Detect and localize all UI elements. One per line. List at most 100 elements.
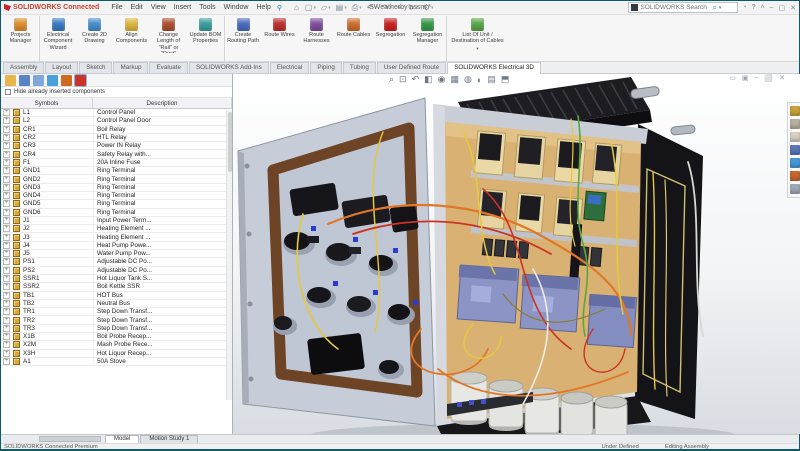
task-pane-icon[interactable] [790, 145, 800, 155]
command-button[interactable]: Route Harnesses [298, 16, 335, 61]
task-pane-icon[interactable] [790, 184, 800, 194]
command-tab[interactable]: User Defined Route [377, 62, 446, 73]
table-row[interactable]: + X1B Boil Probe Recep... [1, 333, 232, 341]
table-row[interactable]: + TR2 Step Down Transf... [1, 316, 232, 324]
expand-icon[interactable]: + [3, 250, 10, 257]
expand-icon[interactable]: + [3, 325, 10, 332]
command-tab[interactable]: SOLIDWORKS Electrical 3D [447, 62, 541, 74]
heads-up-icon[interactable]: ▤ [487, 74, 496, 85]
table-row[interactable]: + J2 Heating Element ... [1, 225, 232, 233]
table-row[interactable]: + GND4 Ring Terminal [1, 192, 232, 200]
expand-icon[interactable]: + [3, 151, 10, 158]
table-row[interactable]: + J3 Heating Element ... [1, 233, 232, 241]
heads-up-icon[interactable]: ↶ [412, 74, 420, 85]
quick-access-button[interactable]: ⌖ [395, 3, 405, 13]
heads-up-icon[interactable]: ⊡ [399, 74, 407, 85]
heads-up-icon[interactable]: ◐ [477, 75, 482, 85]
table-row[interactable]: + J4 Heat Pump Powe... [1, 242, 232, 250]
quick-access-button[interactable]: ▢▾ [303, 3, 318, 12]
command-button[interactable]: Segregation [372, 16, 409, 61]
heads-up-icon[interactable]: ⬒ [501, 74, 510, 85]
table-row[interactable]: + GND2 Ring Terminal [1, 175, 232, 183]
expand-icon[interactable]: + [3, 317, 10, 324]
command-button[interactable]: Create Routing Path [224, 16, 261, 61]
table-row[interactable]: + J5 Water Pump Pow... [1, 250, 232, 258]
viewport-window-icon[interactable]: ✕ [779, 74, 785, 82]
task-pane-icon[interactable] [790, 119, 800, 129]
window-control-icon[interactable]: ✕ [790, 4, 796, 12]
command-button[interactable]: Route Cables [335, 16, 372, 61]
expand-icon[interactable]: + [3, 234, 10, 241]
menu-item[interactable]: View [147, 3, 170, 12]
table-row[interactable]: + GND3 Ring Terminal [1, 184, 232, 192]
quick-access-button[interactable]: ↷▾ [380, 3, 394, 12]
command-tab[interactable]: Markup [113, 62, 148, 73]
quick-access-button[interactable]: ▤▾ [334, 3, 349, 12]
model-3d-electrical-enclosure[interactable] [233, 74, 800, 434]
expand-icon[interactable]: + [3, 275, 10, 282]
search-input[interactable] [640, 4, 710, 11]
expand-icon[interactable]: + [3, 350, 10, 357]
task-pane-icon[interactable] [790, 158, 800, 168]
search-box[interactable]: ⌕ ▾ [628, 2, 738, 13]
table-row[interactable]: + F1 20A Inline Fuse [1, 159, 232, 167]
expand-icon[interactable]: + [3, 159, 10, 166]
expand-icon[interactable]: + [3, 209, 10, 216]
quick-access-button[interactable]: ↶▾ [365, 3, 379, 12]
table-row[interactable]: + CR3 Power IN Relay [1, 142, 232, 150]
expand-icon[interactable]: + [3, 200, 10, 207]
window-control-icon[interactable]: ˄ [761, 4, 765, 12]
command-tab[interactable]: Electrical [270, 62, 310, 73]
menu-item[interactable]: Window [220, 3, 253, 12]
document-tab[interactable]: Model [105, 435, 139, 443]
window-control-icon[interactable]: ◔ [742, 4, 746, 12]
heads-up-icon[interactable]: ◍ [464, 74, 472, 85]
table-row[interactable]: + GND6 Ring Terminal [1, 209, 232, 217]
manager-pane-tab[interactable] [19, 75, 30, 86]
expand-icon[interactable]: + [3, 109, 10, 116]
command-button[interactable]: Segregation Manager [409, 16, 446, 61]
manager-pane-tab[interactable] [33, 75, 44, 86]
expand-icon[interactable]: + [3, 333, 10, 340]
table-row[interactable]: + J1 Input Power Term... [1, 217, 232, 225]
command-tab[interactable]: Piping [310, 62, 342, 73]
expand-icon[interactable]: + [3, 242, 10, 249]
window-control-icon[interactable]: – [770, 4, 774, 12]
table-row[interactable]: + GND5 Ring Terminal [1, 200, 232, 208]
expand-icon[interactable]: + [3, 283, 10, 290]
command-button[interactable]: Align Components [113, 16, 150, 61]
command-tab[interactable]: Evaluate [149, 62, 188, 73]
table-row[interactable]: + SSR1 Hot Liquor Tank S... [1, 275, 232, 283]
quick-access-button[interactable]: ↻▾ [406, 3, 420, 12]
expand-icon[interactable]: + [3, 308, 10, 315]
expand-icon[interactable]: + [3, 225, 10, 232]
expand-icon[interactable]: + [3, 358, 10, 365]
table-row[interactable]: + X3H Hot Liquor Recep... [1, 350, 232, 358]
expand-icon[interactable]: + [3, 217, 10, 224]
viewport-window-icon[interactable]: ▭ [729, 74, 736, 82]
heads-up-icon[interactable]: ⌕ [389, 74, 394, 85]
command-button[interactable]: Route Wires [261, 16, 298, 61]
table-row[interactable]: + X2M Mash Probe Rece... [1, 341, 232, 349]
command-button[interactable]: Change Length of "Rail" or "Duct" [150, 16, 187, 61]
description-column-header[interactable]: Description [93, 98, 232, 108]
expand-icon[interactable]: + [3, 134, 10, 141]
table-row[interactable]: + SSR2 Boil Kettle SSR [1, 283, 232, 291]
quick-access-button[interactable]: ▱▾ [319, 3, 333, 12]
hide-inserted-checkbox[interactable] [5, 89, 11, 95]
menu-item[interactable]: Tools [195, 3, 219, 12]
window-control-icon[interactable]: ▢ [779, 4, 786, 12]
expand-icon[interactable]: + [3, 300, 10, 307]
command-button[interactable]: Electrical Component Wizard [39, 16, 76, 61]
table-row[interactable]: + A1 50A Stove [1, 358, 232, 366]
heads-up-icon[interactable]: ◉ [438, 74, 446, 85]
document-tab[interactable]: Motion Study 1 [140, 435, 198, 443]
expand-icon[interactable]: + [3, 341, 10, 348]
manager-pane-tab[interactable] [61, 75, 72, 86]
table-row[interactable]: + CR2 HTL Relay [1, 134, 232, 142]
table-row[interactable]: + TR1 Step Down Transf... [1, 308, 232, 316]
search-icon[interactable]: ⌕ [712, 3, 716, 13]
command-button[interactable]: List Of Unit / Destination of Cables ▾ [446, 16, 508, 61]
expand-icon[interactable]: + [3, 117, 10, 124]
expand-icon[interactable]: + [3, 267, 10, 274]
